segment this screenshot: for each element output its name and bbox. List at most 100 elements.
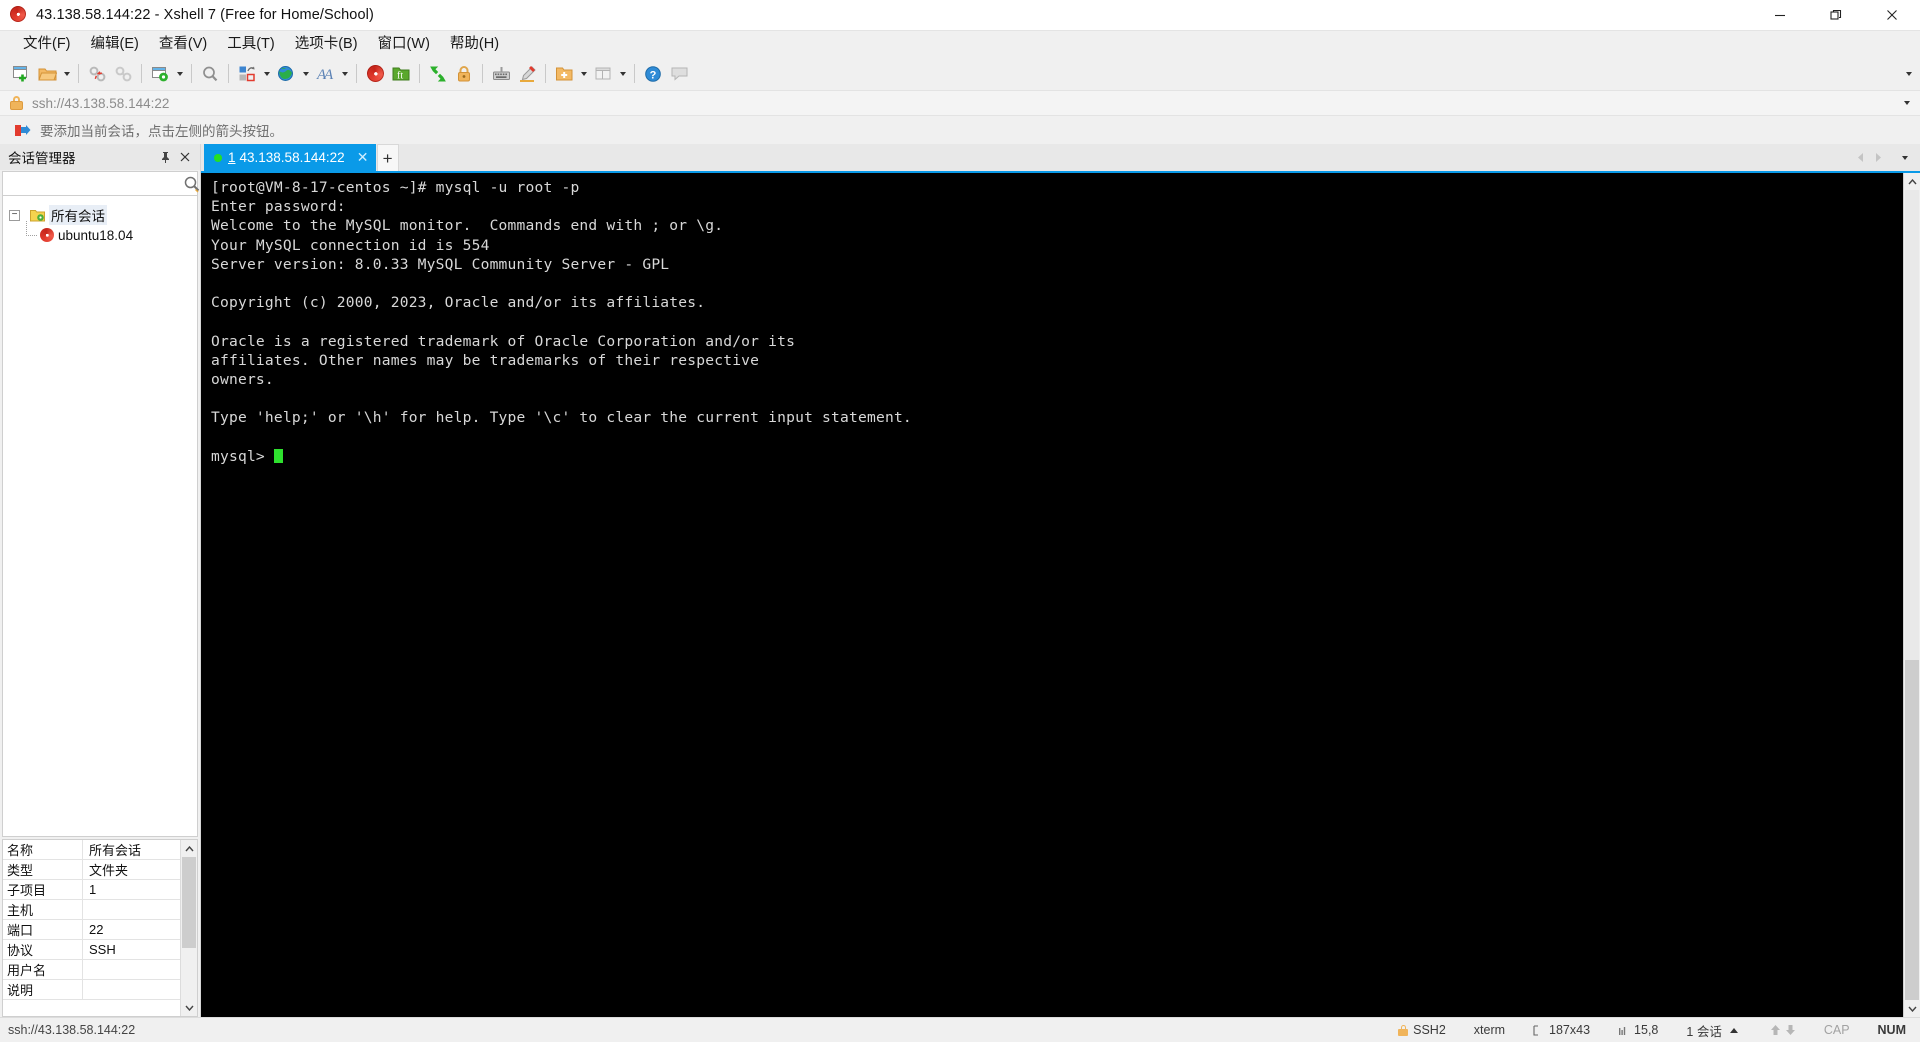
menu-window[interactable]: 窗口(W): [369, 34, 439, 55]
toolbar-separator: [419, 64, 420, 83]
xftp-icon[interactable]: ft: [388, 61, 414, 87]
highlight-icon[interactable]: [514, 61, 540, 87]
address-bar[interactable]: ssh://43.138.58.144:22: [0, 90, 1920, 116]
scroll-down-icon[interactable]: [1904, 1000, 1920, 1017]
terminal-output[interactable]: [root@VM-8-17-centos ~]# mysql -u root -…: [201, 173, 1903, 1017]
globe-icon[interactable]: [273, 61, 299, 87]
sessions-dropdown-icon[interactable]: [1729, 1027, 1738, 1033]
tab-scroll-right-icon[interactable]: [1870, 148, 1885, 168]
prop-key: 子项目: [3, 880, 83, 899]
session-search[interactable]: [2, 171, 201, 196]
tab-session-1[interactable]: 1 43.138.58.144:22 ✕: [204, 144, 376, 171]
menu-view[interactable]: 查看(V): [150, 34, 216, 55]
globe-dropdown[interactable]: [299, 61, 312, 87]
scrollbar-thumb[interactable]: [1905, 659, 1919, 1000]
tree-label-ubuntu: ubuntu18.04: [58, 227, 134, 243]
status-size: 187x43: [1519, 1023, 1604, 1037]
layout-dropdown[interactable]: [616, 61, 629, 87]
help-icon[interactable]: ?: [640, 61, 666, 87]
minimize-button[interactable]: [1752, 0, 1808, 30]
tree-expand-toggle[interactable]: −: [9, 209, 20, 221]
terminal-line: Enter password:: [211, 198, 346, 216]
font-dropdown[interactable]: [338, 61, 351, 87]
pin-icon[interactable]: [156, 148, 174, 166]
open-folder-dropdown[interactable]: [60, 61, 73, 87]
lock-icon[interactable]: [451, 61, 477, 87]
status-connection: ssh://43.138.58.144:22: [8, 1023, 136, 1037]
session-manager-panel: 会话管理器 − 所有会话 ubuntu18.04 名称 所有会话 类型 文件夹 …: [0, 144, 201, 1017]
menu-edit[interactable]: 编辑(E): [82, 34, 148, 55]
address-dropdown[interactable]: [1904, 101, 1910, 105]
toolbar-separator: [634, 64, 635, 83]
tab-list-dropdown-icon[interactable]: [1897, 148, 1912, 168]
main-area: 会话管理器 − 所有会话 ubuntu18.04 名称 所有会话 类型 文件夹 …: [0, 144, 1920, 1017]
new-tab-button[interactable]: +: [376, 144, 399, 171]
terminal-line: affiliates. Other names may be trademark…: [211, 351, 760, 369]
search-input[interactable]: [3, 173, 183, 194]
tab-label: 43.138.58.144:22: [239, 150, 345, 165]
lock-icon: [10, 96, 23, 110]
prop-value: 1: [89, 882, 97, 897]
layout-icon[interactable]: [590, 61, 616, 87]
xshell-window: 43.138.58.144:22 - Xshell 7 (Free for Ho…: [0, 0, 1920, 1042]
scrollbar-track[interactable]: [1904, 190, 1920, 1000]
prop-value: SSH: [89, 942, 116, 957]
title-bar: 43.138.58.144:22 - Xshell 7 (Free for Ho…: [0, 0, 1920, 30]
menu-tools[interactable]: 工具(T): [218, 34, 284, 55]
prop-key: 说明: [3, 980, 83, 999]
status-sessions[interactable]: 1 会话: [1672, 1021, 1751, 1040]
new-session-icon[interactable]: [8, 61, 34, 87]
svg-text:A: A: [323, 67, 334, 83]
prop-key: 主机: [3, 900, 83, 919]
reconnect-icon[interactable]: [110, 61, 136, 87]
disconnect-icon[interactable]: [84, 61, 110, 87]
scroll-down-icon[interactable]: [181, 999, 197, 1016]
fullscreen-icon[interactable]: [425, 61, 451, 87]
scrollbar-track[interactable]: [181, 857, 197, 999]
prop-value: 文件夹: [89, 863, 129, 878]
terminal-cursor: [273, 448, 283, 463]
properties-scrollbar[interactable]: [180, 840, 197, 1016]
close-button[interactable]: [1864, 0, 1920, 30]
menu-help[interactable]: 帮助(H): [441, 34, 508, 55]
tree-row-ubuntu[interactable]: ubuntu18.04: [3, 221, 197, 245]
menu-file[interactable]: 文件(F): [14, 34, 80, 55]
scroll-up-icon[interactable]: [181, 840, 197, 857]
download-arrow-icon: [1785, 1025, 1795, 1035]
terminal-prompt: mysql>: [211, 447, 274, 465]
find-icon[interactable]: [197, 61, 223, 87]
tree-connector: [23, 221, 40, 245]
open-folder-icon[interactable]: [34, 61, 60, 87]
terminal-line: [root@VM-8-17-centos ~]# mysql -u root -…: [211, 179, 580, 196]
search-icon[interactable]: [183, 175, 201, 193]
terminal-scrollbar[interactable]: [1903, 173, 1920, 1017]
session-properties-dropdown[interactable]: [173, 61, 186, 87]
scroll-up-icon[interactable]: [1904, 173, 1920, 190]
xshell-icon[interactable]: [362, 61, 388, 87]
prop-key: 协议: [3, 940, 83, 959]
transfer-file-icon[interactable]: [234, 61, 260, 87]
tab-close-icon[interactable]: ✕: [356, 149, 370, 166]
tree-row-all-sessions[interactable]: − 所有会话: [3, 205, 197, 225]
tab-scroll-left-icon[interactable]: [1853, 148, 1868, 168]
status-cursor-label: 15,8: [1634, 1023, 1659, 1037]
session-properties-icon[interactable]: [147, 61, 173, 87]
prop-key: 名称: [3, 840, 83, 859]
transfer-file-dropdown[interactable]: [260, 61, 273, 87]
window-controls: [1752, 0, 1920, 30]
toolbar-overflow[interactable]: [1906, 71, 1912, 76]
address-value: ssh://43.138.58.144:22: [32, 95, 170, 111]
status-term-type: xterm: [1473, 1023, 1506, 1037]
close-panel-icon[interactable]: [176, 148, 194, 166]
xshell-spiral-icon: [10, 5, 28, 24]
lock-icon: [1398, 1024, 1409, 1036]
menu-tab[interactable]: 选项卡(B): [286, 34, 367, 55]
chat-icon[interactable]: [666, 61, 692, 87]
font-icon[interactable]: A A: [312, 61, 338, 87]
scrollbar-thumb[interactable]: [182, 857, 196, 948]
add-folder-dropdown[interactable]: [577, 61, 590, 87]
restore-button[interactable]: [1808, 0, 1864, 30]
keyboard-icon[interactable]: [488, 61, 514, 87]
add-folder-icon[interactable]: [551, 61, 577, 87]
